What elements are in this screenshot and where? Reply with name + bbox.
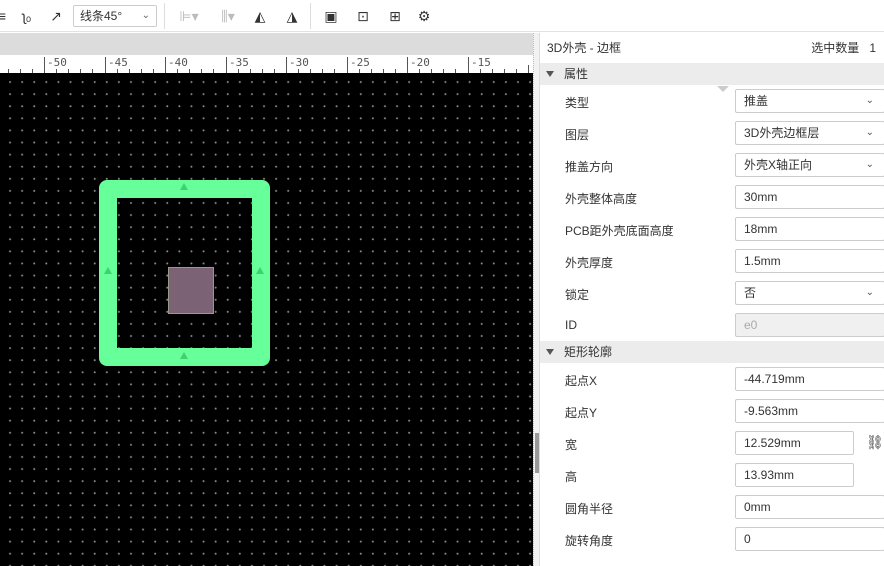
rect-height-input[interactable]: 13.93mm — [735, 463, 854, 487]
prop-rect-height: 高 13.93mm — [540, 459, 884, 491]
prop-label: PCB距外壳底面高度 — [565, 224, 674, 238]
prop-thickness: 外壳厚度 1.5mm — [540, 245, 884, 277]
chevron-down-icon: ⌄ — [865, 159, 874, 170]
layer-value: 3D外壳边框层 — [744, 126, 820, 140]
prop-label: 圆角半径 — [565, 502, 614, 516]
gerber-icon[interactable]: ▣ — [322, 6, 340, 26]
prop-label: 外壳厚度 — [565, 256, 614, 270]
chevron-down-icon: ⌄ — [865, 127, 874, 138]
line-angle-icon[interactable]: ↗ — [44, 6, 68, 26]
align-icon[interactable]: ⊫▾ — [174, 6, 204, 26]
selected-count: 选中数量 1 — [811, 33, 876, 63]
ruler-tick — [528, 65, 529, 73]
prop-start-y: 起点Y -9.563mm — [540, 395, 884, 427]
3d-folder-icon[interactable]: ⊡ — [354, 6, 372, 26]
prop-label: 起点X — [565, 374, 598, 388]
prop-radius: 圆角半径 0mm — [540, 491, 884, 523]
ruler-tick — [225, 65, 227, 73]
ruler-tick — [407, 65, 408, 73]
lock-ratio-icon[interactable]: ⛓ — [866, 434, 884, 451]
frame-handle[interactable] — [256, 267, 264, 274]
collapse-icon — [546, 71, 554, 77]
prop-rotation: 旋转角度 0 — [540, 523, 884, 555]
direction-select[interactable]: 外壳X轴正向 ⌄ — [735, 153, 884, 177]
line-mode-value: 线条45° — [80, 9, 123, 23]
lock-select[interactable]: 否 ⌄ — [735, 281, 884, 305]
prop-type: 类型 推盖 ⌄ — [540, 85, 884, 117]
start-y-input[interactable]: -9.563mm — [735, 399, 884, 423]
route-icon[interactable]: ʅ₀ — [16, 6, 38, 26]
radius-input[interactable]: 0mm — [735, 495, 884, 519]
chevron-down-icon: ⌄ — [865, 287, 874, 298]
pcb-height-input[interactable]: 18mm — [735, 217, 884, 241]
flip-vertical-icon[interactable]: ◮ — [282, 6, 302, 26]
cart-icon[interactable]: ⊞ — [385, 6, 405, 26]
section-label: 属性 — [564, 67, 589, 81]
width-input[interactable]: 12.529mm — [735, 431, 854, 455]
divider — [164, 3, 165, 29]
prop-lock: 锁定否 ⌄ — [540, 277, 884, 309]
prop-label: 高 — [565, 470, 578, 484]
flip-horizontal-icon[interactable]: ◭ — [250, 6, 270, 26]
prop-label: ID — [565, 318, 577, 332]
type-select[interactable]: 推盖 ⌄ — [735, 89, 884, 113]
ruler-tick — [165, 65, 166, 73]
line-mode-select[interactable]: 线条45° ⌄ — [73, 5, 157, 27]
chevron-down-icon: ⌄ — [141, 10, 150, 21]
prop-label: 宽 — [565, 438, 578, 452]
direction-value: 外壳X轴正向 — [744, 158, 813, 172]
panel-title: 3D外壳 - 边框 — [547, 41, 622, 55]
prop-direction: 推盖方向 外壳X轴正向 ⌄ — [540, 149, 884, 181]
selected-count-label: 选中数量 — [811, 41, 860, 55]
section-properties[interactable]: 属性 — [540, 63, 884, 85]
prop-width: 宽 12.529mm ⛓ — [540, 427, 884, 459]
thickness-input[interactable]: 1.5mm — [735, 249, 884, 273]
prop-id: ID e0 — [540, 309, 884, 341]
prop-label: 起点Y — [565, 406, 598, 420]
id-input: e0 — [735, 313, 884, 337]
ruler-tick — [467, 65, 469, 73]
prop-height: 外壳整体高度 30mm — [540, 181, 884, 213]
prop-label: 外壳整体高度 — [565, 192, 638, 206]
panel-header: 3D外壳 - 边框 选中数量 1 — [540, 33, 884, 63]
ruler-tick — [44, 65, 45, 73]
start-x-input[interactable]: -44.719mm — [735, 367, 884, 391]
gear-icon[interactable]: ⚙ — [414, 6, 434, 26]
prop-pcb-height: PCB距外壳底面高度 18mm — [540, 213, 884, 245]
prop-start-x: 起点X -44.719mm — [540, 363, 884, 395]
section-label: 矩形轮廓 — [564, 345, 613, 359]
prop-label: 锁定 — [565, 288, 590, 302]
layer-select[interactable]: 3D外壳边框层 ⌄ — [735, 121, 884, 145]
divider — [310, 3, 311, 29]
tab-bar — [0, 33, 533, 55]
properties-panel: 3D外壳 - 边框 选中数量 1 属性 类型 推盖 ⌄ 图层 3D外壳边框层 ⌄ 推盖方… — [540, 33, 884, 566]
panel-splitter[interactable] — [533, 33, 540, 566]
splitter-handle[interactable] — [535, 433, 539, 473]
prop-label: 图层 — [565, 128, 590, 142]
ruler-tick — [286, 65, 287, 73]
menu-icon[interactable]: ≡ — [0, 6, 8, 26]
chevron-down-icon: ⌄ — [865, 95, 874, 106]
prop-layer: 图层 3D外壳边框层 ⌄ — [540, 117, 884, 149]
frame-handle[interactable] — [180, 352, 188, 359]
horizontal-ruler[interactable]: -50 -45 -40 -35 -30 -25 -20 -15 — [0, 55, 533, 73]
prop-label: 类型 — [565, 96, 590, 110]
type-value: 推盖 — [744, 94, 769, 108]
ruler-tick — [104, 65, 106, 73]
collapse-icon — [546, 349, 554, 355]
frame-handle[interactable] — [180, 183, 188, 190]
height-input[interactable]: 30mm — [735, 185, 884, 209]
ruler-tick — [346, 65, 348, 73]
distribute-icon[interactable]: ⫼▾ — [213, 6, 243, 26]
component-pad[interactable] — [168, 267, 214, 314]
selected-count-value: 1 — [869, 41, 876, 55]
prop-label: 推盖方向 — [565, 160, 614, 174]
toolbar: ≡ ʅ₀ ↗ 线条45° ⌄ ⊫▾ ⫼▾ ◭ ◮ ▣ ⊡ ⊞ ⚙ — [0, 0, 884, 32]
frame-handle[interactable] — [104, 267, 112, 274]
prop-label: 旋转角度 — [565, 534, 614, 548]
lock-value: 否 — [744, 286, 757, 300]
section-rect-outline[interactable]: 矩形轮廓 — [540, 341, 884, 363]
rotation-input[interactable]: 0 — [735, 527, 884, 551]
